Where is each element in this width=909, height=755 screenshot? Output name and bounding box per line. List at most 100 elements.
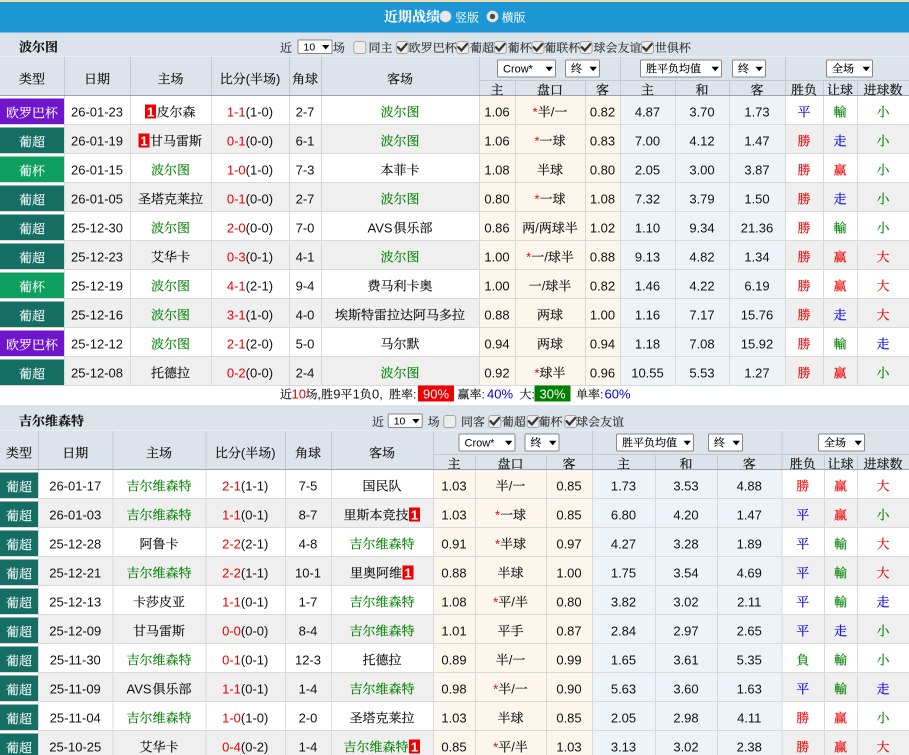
svg-text:3.02: 3.02 (673, 595, 698, 610)
svg-text:10-1: 10-1 (295, 566, 321, 581)
svg-text:0.85: 0.85 (556, 479, 581, 494)
svg-text:4-1: 4-1 (227, 279, 246, 294)
svg-text:0.94: 0.94 (484, 337, 509, 352)
svg-text:26-01-19: 26-01-19 (71, 134, 123, 149)
svg-text:(: ( (241, 446, 246, 461)
svg-text:25-11-04: 25-11-04 (50, 711, 101, 726)
svg-text:0.91: 0.91 (441, 537, 466, 552)
svg-text:4-0: 4-0 (296, 308, 315, 323)
svg-text:1.00: 1.00 (556, 566, 581, 581)
svg-text:0-2: 0-2 (227, 366, 246, 381)
svg-text:21.36: 21.36 (741, 221, 774, 236)
svg-text:2-1: 2-1 (227, 337, 246, 352)
svg-text:1-1: 1-1 (222, 595, 241, 610)
svg-text:0.82: 0.82 (590, 279, 615, 294)
svg-text:0,: 0, (372, 387, 383, 402)
svg-text:2-0: 2-0 (227, 221, 246, 236)
svg-text:/: / (511, 595, 515, 610)
svg-text:25-12-21: 25-12-21 (49, 566, 101, 581)
svg-text:8-7: 8-7 (299, 508, 318, 523)
svg-text:(: ( (246, 72, 251, 87)
svg-text:9: 9 (333, 387, 340, 402)
svg-text:25-11-30: 25-11-30 (50, 653, 101, 668)
svg-text:9.34: 9.34 (689, 221, 714, 236)
svg-text:5.53: 5.53 (689, 366, 714, 381)
svg-text:5.63: 5.63 (611, 682, 636, 697)
svg-text:1: 1 (353, 387, 360, 402)
svg-text:3-1: 3-1 (227, 308, 246, 323)
svg-text:1: 1 (411, 740, 418, 755)
svg-text:2-7: 2-7 (296, 105, 315, 120)
svg-text:25-12-30: 25-12-30 (71, 221, 123, 236)
svg-text:1.47: 1.47 (737, 508, 762, 523)
svg-text:1.00: 1.00 (484, 279, 509, 294)
svg-text:(1-0): (1-0) (246, 308, 273, 323)
svg-text:*: * (493, 682, 498, 697)
svg-text:0.92: 0.92 (484, 366, 509, 381)
svg-text:1.08: 1.08 (590, 192, 615, 207)
svg-text:(0-0): (0-0) (246, 134, 273, 149)
svg-text:1.46: 1.46 (635, 279, 660, 294)
svg-text:1: 1 (404, 566, 411, 581)
svg-text:*: * (495, 508, 500, 523)
svg-text:0.83: 0.83 (590, 134, 615, 149)
svg-text:1.75: 1.75 (611, 566, 636, 581)
svg-text:(1-0): (1-0) (246, 105, 273, 120)
svg-text:9-4: 9-4 (296, 279, 315, 294)
svg-text:3.87: 3.87 (744, 163, 769, 178)
svg-text:1: 1 (147, 105, 154, 120)
svg-text:/: / (511, 740, 515, 755)
svg-text:3.00: 3.00 (689, 163, 714, 178)
svg-text:1.03: 1.03 (441, 711, 466, 726)
svg-text:*: * (534, 192, 539, 207)
svg-text:(0-1): (0-1) (246, 250, 273, 265)
svg-text:0.89: 0.89 (441, 653, 466, 668)
svg-text:0.94: 0.94 (590, 337, 615, 352)
svg-text:*: * (534, 366, 539, 381)
svg-text:25-12-09: 25-12-09 (49, 624, 101, 639)
svg-text:4.27: 4.27 (611, 537, 636, 552)
svg-text:1.08: 1.08 (484, 163, 509, 178)
svg-text:1.89: 1.89 (737, 537, 762, 552)
svg-text:0.99: 0.99 (556, 653, 581, 668)
svg-text:*: * (526, 250, 531, 265)
svg-text:(1-1): (1-1) (241, 479, 268, 494)
svg-text:26-01-23: 26-01-23 (71, 105, 123, 120)
svg-text:/: / (509, 653, 513, 668)
svg-text:10.55: 10.55 (631, 366, 664, 381)
svg-text:90%: 90% (423, 387, 449, 402)
svg-text:Crow*: Crow* (465, 437, 496, 449)
svg-text:60%: 60% (605, 387, 631, 402)
svg-text:(0-0): (0-0) (246, 192, 273, 207)
svg-text:*: * (533, 105, 538, 120)
svg-text:(1-1): (1-1) (241, 566, 268, 581)
svg-text:1.00: 1.00 (590, 308, 615, 323)
svg-text:1.73: 1.73 (744, 105, 769, 120)
svg-text:1.47: 1.47 (744, 134, 769, 149)
svg-text:40%: 40% (487, 387, 513, 402)
svg-text:/: / (509, 479, 513, 494)
svg-text:3.82: 3.82 (611, 595, 636, 610)
svg-text:4.20: 4.20 (673, 508, 698, 523)
svg-text:1.34: 1.34 (744, 250, 769, 265)
svg-text:0.85: 0.85 (556, 508, 581, 523)
svg-text:): ) (271, 446, 275, 461)
svg-text:26-01-17: 26-01-17 (49, 479, 101, 494)
svg-text:4-1: 4-1 (296, 250, 315, 265)
svg-text:7.32: 7.32 (635, 192, 660, 207)
svg-text::: : (532, 388, 535, 402)
svg-text:/: / (544, 250, 548, 265)
svg-text:1.63: 1.63 (737, 682, 762, 697)
svg-text:15.76: 15.76 (741, 308, 774, 323)
svg-text:25-11-09: 25-11-09 (50, 682, 101, 697)
svg-text:2-0: 2-0 (299, 711, 318, 726)
svg-text:4.88: 4.88 (737, 479, 762, 494)
svg-text:): ) (276, 72, 280, 87)
svg-text:AVS: AVS (367, 221, 392, 236)
svg-text:2.97: 2.97 (673, 624, 698, 639)
svg-text::: : (413, 388, 416, 402)
svg-text:3.61: 3.61 (673, 653, 698, 668)
svg-text:30%: 30% (539, 387, 565, 402)
svg-text:1.03: 1.03 (441, 508, 466, 523)
svg-text:4.69: 4.69 (737, 566, 762, 581)
